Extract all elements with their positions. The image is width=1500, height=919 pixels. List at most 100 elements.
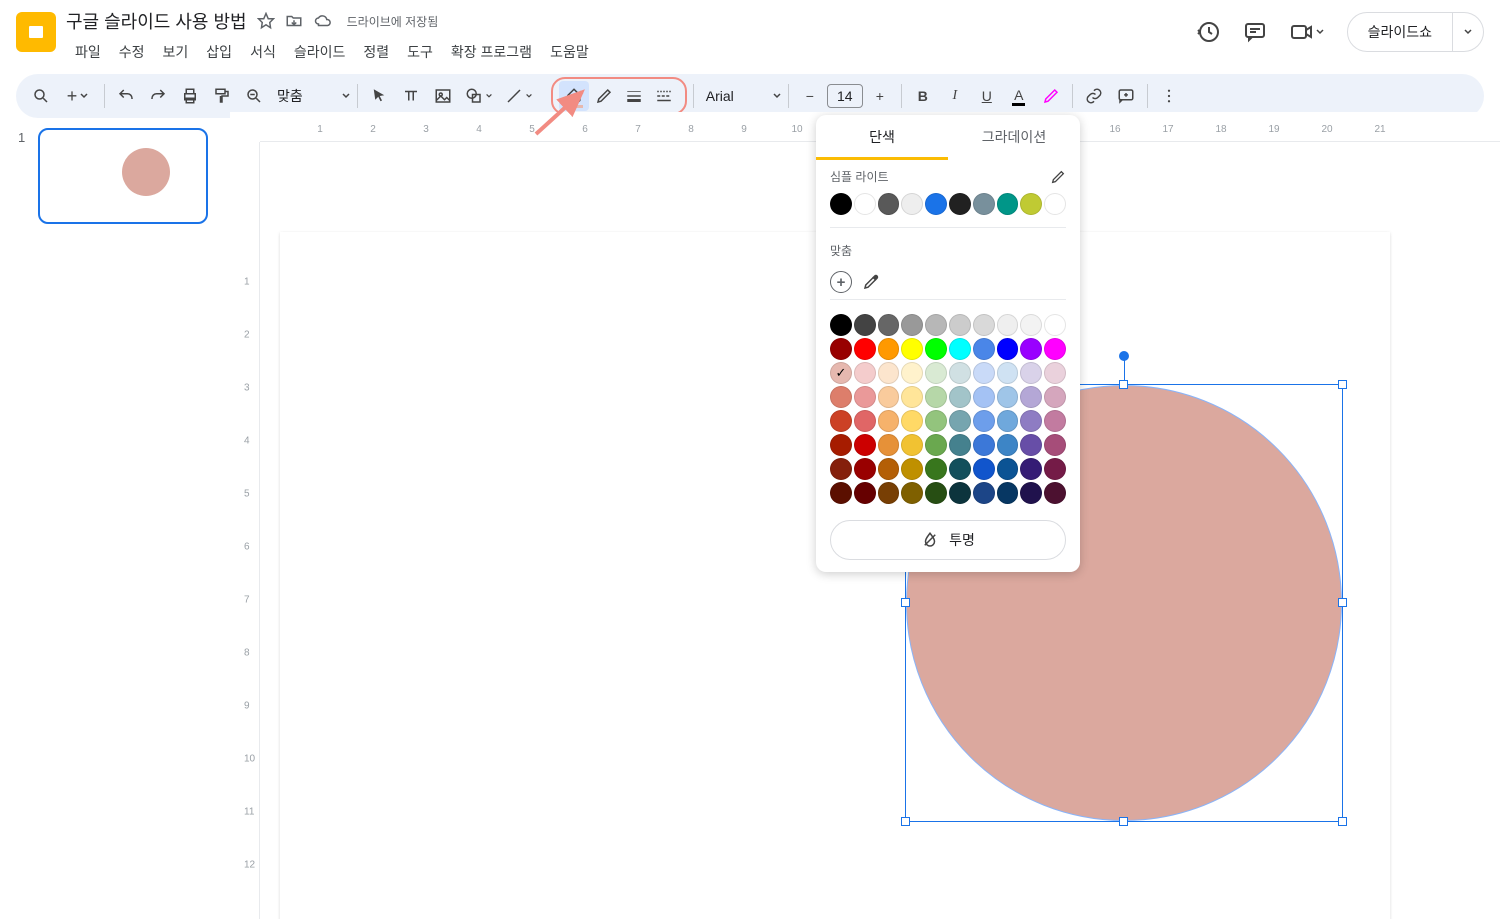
palette-swatch[interactable]	[901, 338, 923, 360]
paint-format-icon[interactable]	[207, 81, 237, 111]
palette-swatch[interactable]	[878, 458, 900, 480]
palette-swatch[interactable]	[830, 362, 852, 384]
resize-handle-sw[interactable]	[901, 817, 910, 826]
palette-swatch[interactable]	[830, 458, 852, 480]
palette-swatch[interactable]	[1020, 338, 1042, 360]
resize-handle-e[interactable]	[1338, 598, 1347, 607]
palette-swatch[interactable]	[949, 386, 971, 408]
palette-swatch[interactable]	[1020, 482, 1042, 504]
palette-swatch[interactable]	[1044, 482, 1066, 504]
resize-handle-ne[interactable]	[1338, 380, 1347, 389]
palette-swatch[interactable]	[1020, 410, 1042, 432]
palette-swatch[interactable]	[830, 410, 852, 432]
palette-swatch[interactable]	[973, 482, 995, 504]
comments-icon[interactable]	[1243, 20, 1267, 44]
palette-swatch[interactable]	[949, 458, 971, 480]
palette-swatch[interactable]	[854, 338, 876, 360]
palette-swatch[interactable]	[925, 386, 947, 408]
menu-arrange[interactable]: 정렬	[354, 38, 398, 66]
image-icon[interactable]	[428, 81, 458, 111]
theme-swatch[interactable]	[973, 193, 995, 215]
border-dash-button[interactable]	[649, 81, 679, 111]
palette-swatch[interactable]	[1020, 362, 1042, 384]
palette-swatch[interactable]	[997, 410, 1019, 432]
menu-edit[interactable]: 수정	[110, 38, 154, 66]
theme-swatch[interactable]	[901, 193, 923, 215]
palette-swatch[interactable]	[901, 458, 923, 480]
select-tool-icon[interactable]	[364, 81, 394, 111]
palette-swatch[interactable]	[997, 386, 1019, 408]
history-icon[interactable]	[1197, 20, 1221, 44]
palette-swatch[interactable]	[901, 410, 923, 432]
slideshow-dropdown[interactable]	[1452, 12, 1484, 52]
palette-swatch[interactable]	[878, 362, 900, 384]
undo-icon[interactable]	[111, 81, 141, 111]
palette-swatch[interactable]	[1020, 386, 1042, 408]
border-color-button[interactable]	[589, 81, 619, 111]
palette-swatch[interactable]	[830, 482, 852, 504]
star-icon[interactable]	[257, 12, 275, 30]
tab-solid[interactable]: 단색	[816, 115, 948, 160]
search-icon[interactable]	[26, 81, 56, 111]
comment-add-icon[interactable]	[1111, 81, 1141, 111]
slide-thumbnail-1[interactable]	[38, 128, 208, 224]
palette-swatch[interactable]	[973, 314, 995, 336]
theme-swatch[interactable]	[878, 193, 900, 215]
theme-swatch[interactable]	[997, 193, 1019, 215]
font-size-input[interactable]: 14	[827, 84, 863, 108]
highlight-color-icon[interactable]	[1036, 81, 1066, 111]
palette-swatch[interactable]	[901, 434, 923, 456]
resize-handle-s[interactable]	[1119, 817, 1128, 826]
zoom-dropdown[interactable]: 맞춤	[271, 86, 351, 106]
palette-swatch[interactable]	[949, 338, 971, 360]
palette-swatch[interactable]	[973, 434, 995, 456]
palette-swatch[interactable]	[878, 410, 900, 432]
palette-swatch[interactable]	[830, 338, 852, 360]
palette-swatch[interactable]	[1044, 338, 1066, 360]
line-icon[interactable]	[500, 81, 538, 111]
palette-swatch[interactable]	[901, 362, 923, 384]
palette-swatch[interactable]	[878, 482, 900, 504]
slideshow-button[interactable]: 슬라이드쇼	[1347, 12, 1453, 52]
meet-icon[interactable]	[1289, 20, 1325, 44]
palette-swatch[interactable]	[997, 482, 1019, 504]
menu-help[interactable]: 도움말	[541, 38, 598, 66]
theme-swatch[interactable]	[949, 193, 971, 215]
palette-swatch[interactable]	[1044, 410, 1066, 432]
palette-swatch[interactable]	[854, 482, 876, 504]
palette-swatch[interactable]	[949, 410, 971, 432]
fill-color-button[interactable]	[559, 81, 589, 111]
textbox-icon[interactable]	[396, 81, 426, 111]
menu-tools[interactable]: 도구	[398, 38, 442, 66]
palette-swatch[interactable]	[854, 458, 876, 480]
new-slide-button[interactable]: +	[58, 81, 98, 111]
slides-logo[interactable]	[16, 12, 56, 52]
italic-icon[interactable]: I	[940, 81, 970, 111]
palette-swatch[interactable]	[1044, 458, 1066, 480]
palette-swatch[interactable]	[878, 386, 900, 408]
palette-swatch[interactable]	[1044, 362, 1066, 384]
link-icon[interactable]	[1079, 81, 1109, 111]
menu-slide[interactable]: 슬라이드	[285, 38, 355, 66]
palette-swatch[interactable]	[1044, 386, 1066, 408]
palette-swatch[interactable]	[1044, 434, 1066, 456]
palette-swatch[interactable]	[925, 314, 947, 336]
theme-swatch[interactable]	[854, 193, 876, 215]
palette-swatch[interactable]	[997, 338, 1019, 360]
palette-swatch[interactable]	[901, 314, 923, 336]
redo-icon[interactable]	[143, 81, 173, 111]
resize-handle-se[interactable]	[1338, 817, 1347, 826]
menu-file[interactable]: 파일	[66, 38, 110, 66]
menu-view[interactable]: 보기	[154, 38, 198, 66]
palette-swatch[interactable]	[973, 338, 995, 360]
move-folder-icon[interactable]	[285, 12, 303, 30]
text-color-icon[interactable]: A	[1004, 81, 1034, 111]
palette-swatch[interactable]	[854, 314, 876, 336]
bold-icon[interactable]: B	[908, 81, 938, 111]
palette-swatch[interactable]	[997, 362, 1019, 384]
palette-swatch[interactable]	[973, 386, 995, 408]
palette-swatch[interactable]	[854, 386, 876, 408]
border-weight-button[interactable]	[619, 81, 649, 111]
font-dropdown[interactable]: Arial	[700, 88, 782, 104]
resize-handle-w[interactable]	[901, 598, 910, 607]
